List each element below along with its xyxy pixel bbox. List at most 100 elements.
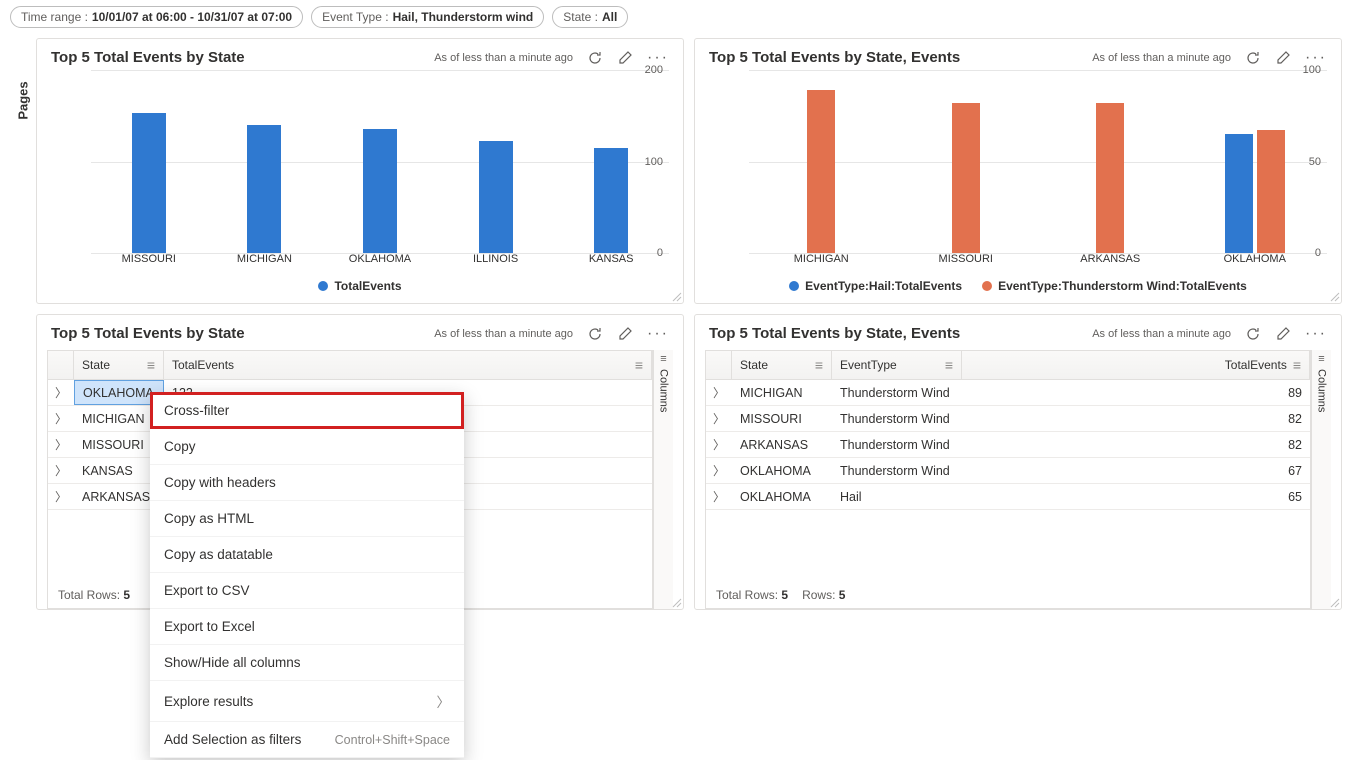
context-menu-item[interactable]: Explore results〉 [150, 681, 464, 722]
legend-item[interactable]: EventType:Thunderstorm Wind:TotalEvents [982, 279, 1247, 293]
context-menu-item[interactable]: Show/Hide all columns [150, 645, 464, 681]
context-menu-label: Copy [164, 439, 196, 454]
bar[interactable] [952, 103, 980, 253]
expand-row-icon[interactable]: 〉 [706, 380, 732, 405]
pages-panel-toggle[interactable]: 〉 Pages [2, 45, 28, 155]
chevron-right-icon: 〉 [437, 691, 451, 711]
more-icon[interactable]: ··· [1305, 326, 1327, 342]
tile-top5-state-events-chart: Top 5 Total Events by State, Events As o… [694, 38, 1342, 304]
col-totalevents[interactable]: TotalEvents≡ [164, 351, 652, 379]
bar[interactable] [479, 141, 513, 253]
resize-handle-icon[interactable] [1330, 598, 1340, 608]
expand-row-icon[interactable]: 〉 [706, 406, 732, 431]
refresh-icon[interactable] [1245, 326, 1261, 342]
expand-row-icon[interactable]: 〉 [48, 380, 74, 405]
column-menu-icon[interactable]: ≡ [945, 357, 953, 373]
columns-icon: ≡ [1318, 354, 1324, 365]
chart-plot[interactable]: 050100MICHIGANMISSOURIARKANSASOKLAHOMA [709, 70, 1327, 273]
tile-title: Top 5 Total Events by State, Events [709, 49, 1092, 66]
cell-state: OKLAHOMA [732, 484, 832, 509]
bar[interactable] [132, 113, 166, 253]
context-menu-label: Add Selection as filters [164, 732, 301, 747]
refresh-icon[interactable] [587, 50, 603, 66]
col-state[interactable]: State≡ [732, 351, 832, 379]
resize-handle-icon[interactable] [672, 292, 682, 302]
tile-header: Top 5 Total Events by State As of less t… [37, 315, 683, 346]
bar[interactable] [594, 148, 628, 253]
filter-state[interactable]: State : All [552, 6, 628, 28]
resize-handle-icon[interactable] [1330, 292, 1340, 302]
expand-row-icon[interactable]: 〉 [706, 484, 732, 509]
resize-handle-icon[interactable] [672, 598, 682, 608]
context-menu-label: Show/Hide all columns [164, 655, 301, 670]
bar[interactable] [1096, 103, 1124, 253]
table-footer: Total Rows: 5 Rows: 5 [706, 581, 1310, 608]
x-axis-label: ILLINOIS [438, 253, 554, 273]
legend-item[interactable]: TotalEvents [318, 279, 401, 293]
table-row[interactable]: 〉MISSOURIThunderstorm Wind82 [706, 406, 1310, 432]
bar[interactable] [1225, 134, 1253, 253]
refresh-icon[interactable] [1245, 50, 1261, 66]
legend-label: EventType:Hail:TotalEvents [805, 279, 962, 293]
table-row[interactable]: 〉MICHIGANThunderstorm Wind89 [706, 380, 1310, 406]
table-row[interactable]: 〉OKLAHOMAHail65 [706, 484, 1310, 510]
edit-icon[interactable] [617, 326, 633, 342]
expand-row-icon[interactable]: 〉 [48, 432, 74, 457]
col-totalevents[interactable]: TotalEvents≡ [962, 351, 1310, 379]
column-menu-icon[interactable]: ≡ [635, 357, 643, 373]
context-menu-item[interactable]: Export to CSV [150, 573, 464, 609]
edit-icon[interactable] [1275, 50, 1291, 66]
expand-row-icon[interactable]: 〉 [706, 458, 732, 483]
context-menu-label: Copy as datatable [164, 547, 273, 562]
column-menu-icon[interactable]: ≡ [815, 357, 823, 373]
bar[interactable] [1257, 130, 1285, 253]
context-menu-item[interactable]: Cross-filter [150, 392, 464, 429]
tile-timestamp: As of less than a minute ago [1092, 328, 1231, 340]
context-menu-item[interactable]: Copy as HTML [150, 501, 464, 537]
pages-label: Pages [16, 81, 31, 119]
legend-item[interactable]: EventType:Hail:TotalEvents [789, 279, 962, 293]
chart-plot[interactable]: 0100200MISSOURIMICHIGANOKLAHOMAILLINOISK… [51, 70, 669, 273]
context-menu-item[interactable]: Copy as datatable [150, 537, 464, 573]
tile-meta: As of less than a minute ago ··· [1092, 326, 1327, 342]
chart-legend: EventType:Hail:TotalEvents EventType:Thu… [709, 273, 1327, 295]
filter-time-range[interactable]: Time range : 10/01/07 at 06:00 - 10/31/0… [10, 6, 303, 28]
x-axis-label: MISSOURI [894, 253, 1039, 273]
context-menu-item[interactable]: Copy [150, 429, 464, 465]
tile-timestamp: As of less than a minute ago [434, 328, 573, 340]
context-menu-item[interactable]: Export to Excel [150, 609, 464, 645]
table-row[interactable]: 〉OKLAHOMAThunderstorm Wind67 [706, 458, 1310, 484]
expand-row-icon[interactable]: 〉 [48, 406, 74, 431]
expand-row-icon[interactable]: 〉 [48, 458, 74, 483]
legend-dot-icon [982, 281, 992, 291]
filter-event-type[interactable]: Event Type : Hail, Thunderstorm wind [311, 6, 544, 28]
refresh-icon[interactable] [587, 326, 603, 342]
bar[interactable] [807, 90, 835, 253]
column-menu-icon[interactable]: ≡ [1293, 357, 1301, 373]
tile-header: Top 5 Total Events by State As of less t… [37, 39, 683, 70]
context-menu-item[interactable]: Copy with headers [150, 465, 464, 501]
tile-timestamp: As of less than a minute ago [1092, 52, 1231, 64]
edit-icon[interactable] [1275, 326, 1291, 342]
expand-row-icon[interactable]: 〉 [48, 484, 74, 509]
x-axis-label: OKLAHOMA [322, 253, 438, 273]
bar[interactable] [247, 125, 281, 253]
tile-title: Top 5 Total Events by State [51, 325, 434, 342]
expand-row-icon[interactable]: 〉 [706, 432, 732, 457]
edit-icon[interactable] [617, 50, 633, 66]
filter-bar: Time range : 10/01/07 at 06:00 - 10/31/0… [0, 0, 1362, 34]
col-eventtype[interactable]: EventType≡ [832, 351, 962, 379]
bar[interactable] [363, 129, 397, 253]
cell-state: OKLAHOMA [732, 458, 832, 483]
context-menu-item[interactable]: Add Selection as filters Control+Shift+Sp… [150, 722, 464, 758]
col-state[interactable]: State≡ [74, 351, 164, 379]
tile-title: Top 5 Total Events by State, Events [709, 325, 1092, 342]
shortcut-hint: Control+Shift+Space [335, 733, 450, 747]
column-menu-icon[interactable]: ≡ [147, 357, 155, 373]
more-icon[interactable]: ··· [647, 326, 669, 342]
table: State≡ EventType≡ TotalEvents≡ 〉MICHIGAN… [705, 350, 1311, 609]
columns-panel-toggle[interactable]: ≡ Columns [653, 350, 673, 609]
table-row[interactable]: 〉ARKANSASThunderstorm Wind82 [706, 432, 1310, 458]
columns-panel-toggle[interactable]: ≡ Columns [1311, 350, 1331, 609]
tile-header: Top 5 Total Events by State, Events As o… [695, 39, 1341, 70]
